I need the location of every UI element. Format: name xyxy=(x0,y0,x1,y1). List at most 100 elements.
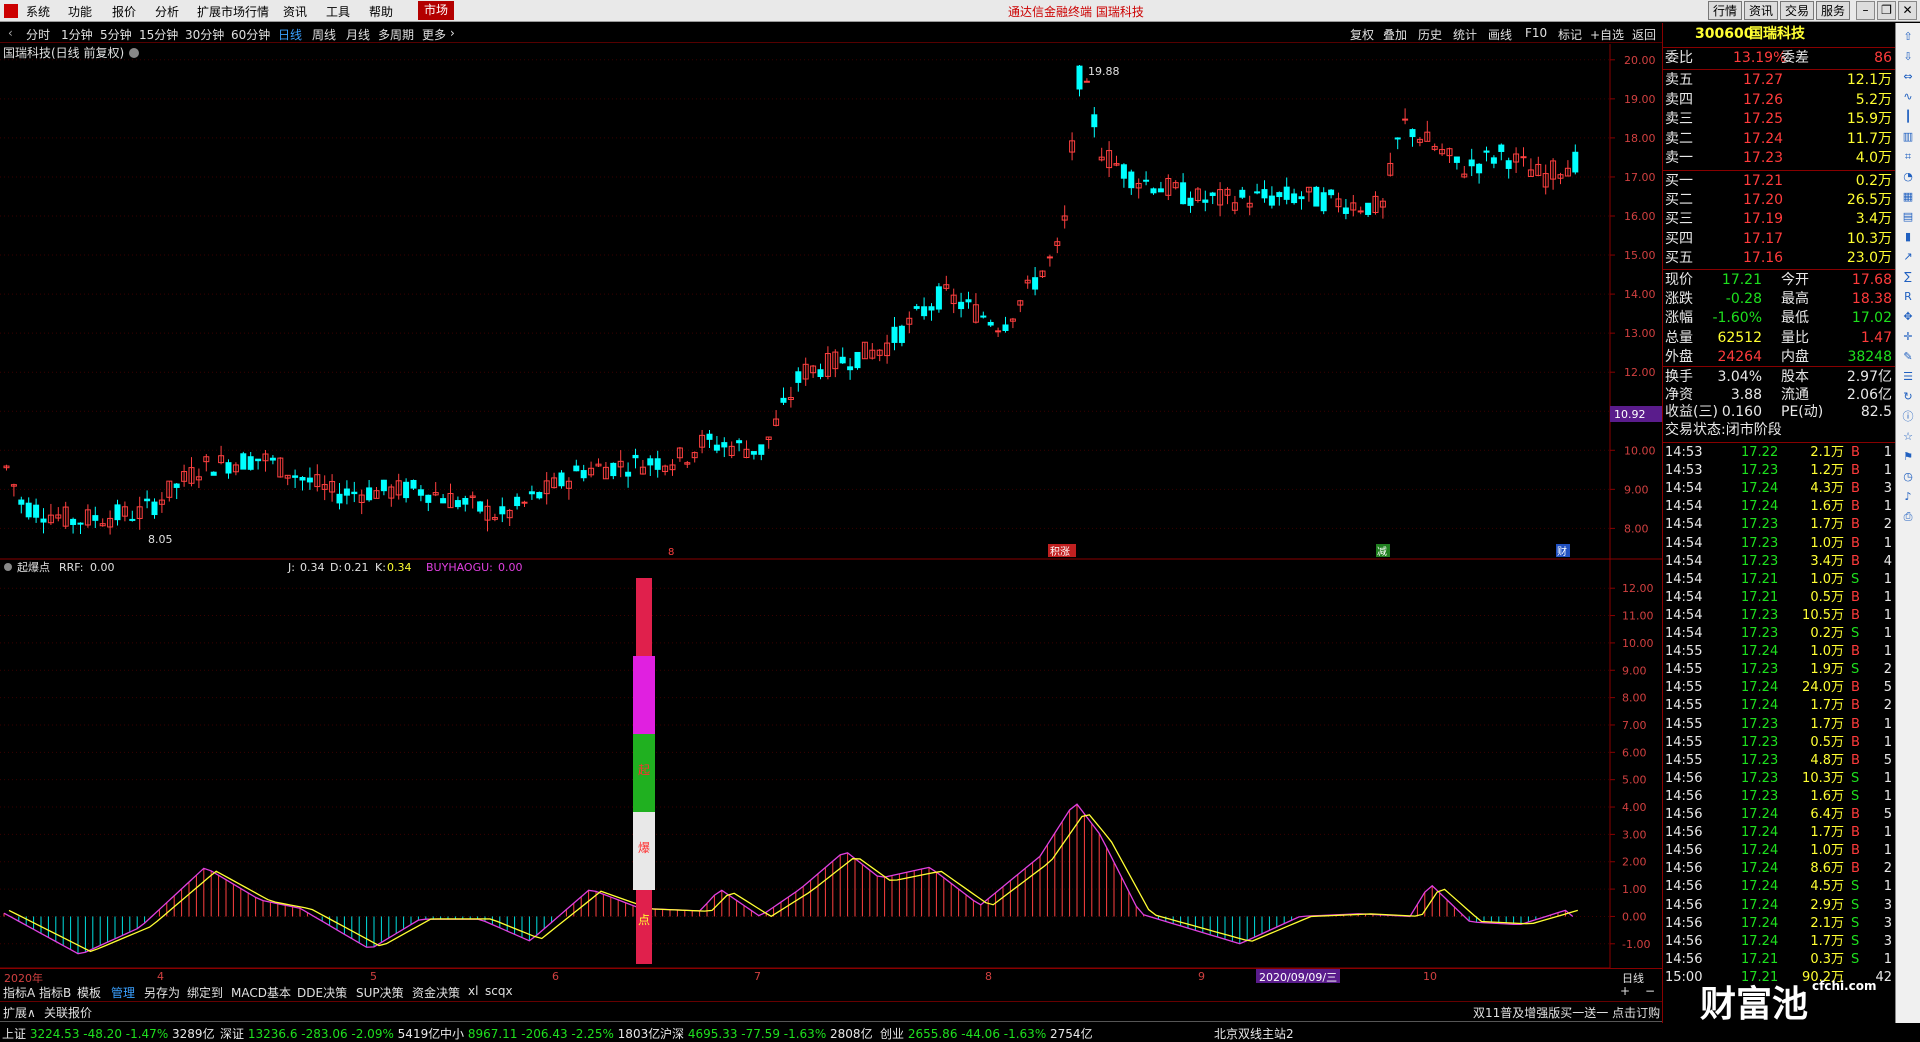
bar-icon[interactable]: ▥ xyxy=(1899,129,1917,145)
ad-link[interactable]: 双11普及增强版买一送一 点击订购 xyxy=(1473,1004,1660,1021)
tool-add-favorite[interactable]: +自选 xyxy=(1590,26,1624,43)
tool-tongji[interactable]: 统计 xyxy=(1453,26,1477,43)
bell-icon[interactable]: ♪ xyxy=(1899,489,1917,505)
period-multi[interactable]: 多周期 xyxy=(378,26,414,43)
pen-icon[interactable]: ✎ xyxy=(1899,349,1917,365)
volume-icon[interactable]: ▮ xyxy=(1899,229,1917,245)
indicator-chart[interactable]: 12.00 11.00 10.00 9.00 8.00 7.00 6.00 5.00 4.00 3… xyxy=(0,560,1662,968)
sell-row[interactable]: 卖五 17.27 12.1万 xyxy=(1663,71,1896,90)
tool-biaoji[interactable]: 标记 xyxy=(1558,26,1582,43)
btn-fuwu[interactable]: 服务 xyxy=(1816,1,1851,20)
tool-f10[interactable]: F10 xyxy=(1525,26,1547,40)
kline-chart[interactable]: 20.00 19.00 18.00 17.00 16.00 15.00 14.00 13.00… xyxy=(0,44,1662,560)
menu-quote[interactable]: 报价 xyxy=(112,3,136,20)
down-arrow-icon[interactable]: ⇩ xyxy=(1899,49,1917,65)
buy-row[interactable]: 买二 17.20 26.5万 xyxy=(1663,191,1896,210)
chart-line-icon[interactable]: ∿ xyxy=(1899,89,1917,105)
refresh-icon[interactable]: ↻ xyxy=(1899,389,1917,405)
period-1min[interactable]: 1分钟 xyxy=(61,26,93,43)
table-icon[interactable]: ▦ xyxy=(1899,189,1917,205)
server-name[interactable]: 北京双线主站2 xyxy=(1214,1025,1294,1042)
event-marker-4[interactable]: 财 xyxy=(1557,545,1567,558)
cross-icon[interactable]: ✛ xyxy=(1899,329,1917,345)
menu-system[interactable]: 系统 xyxy=(26,3,50,20)
minimize-icon[interactable]: – xyxy=(1856,1,1875,20)
event-marker-2[interactable]: 积涨 xyxy=(1050,546,1070,558)
period-monthly[interactable]: 月线 xyxy=(346,26,370,43)
period-weekly[interactable]: 周线 xyxy=(312,26,336,43)
tool-lishi[interactable]: 历史 xyxy=(1418,26,1442,43)
tab-scqx[interactable]: scqx xyxy=(485,984,513,998)
tool-fuquan[interactable]: 复权 xyxy=(1350,26,1374,43)
chevron-right-icon[interactable]: › xyxy=(450,26,455,40)
period-30min[interactable]: 30分钟 xyxy=(185,26,224,43)
tab-macd[interactable]: MACD基本 xyxy=(231,984,291,1001)
rsi-icon[interactable]: R xyxy=(1899,289,1917,305)
tab-fund[interactable]: 资金决策 xyxy=(412,984,460,1001)
index-quote[interactable]: 上证 3224.53 -48.20 -1.47% 3289亿 xyxy=(2,1025,215,1042)
index-quote[interactable]: 中小 8967.11 -206.43 -2.25% 1803亿 xyxy=(440,1025,660,1042)
event-marker-1[interactable]: 8 xyxy=(668,547,674,558)
tab-indicator-b[interactable]: 指标B xyxy=(39,984,71,1001)
btn-jiaoyi[interactable]: 交易 xyxy=(1780,1,1815,20)
index-quote[interactable]: 创业 2655.86 -44.06 -1.63% 2754亿 xyxy=(880,1025,1093,1042)
period-60min[interactable]: 60分钟 xyxy=(231,26,270,43)
list-icon[interactable]: ☰ xyxy=(1899,369,1917,385)
flag-icon[interactable]: ⚑ xyxy=(1899,449,1917,465)
close-icon[interactable]: ✕ xyxy=(1898,1,1917,20)
tab-save-as[interactable]: 另存为 xyxy=(144,984,180,1001)
app-logo-icon[interactable] xyxy=(4,4,18,18)
zoom-out-icon[interactable]: − xyxy=(1645,984,1655,998)
collapse-icon[interactable]: ‹ xyxy=(8,26,13,40)
tab-template[interactable]: 模板 xyxy=(77,984,101,1001)
menu-analysis[interactable]: 分析 xyxy=(155,3,179,20)
btn-hangqing[interactable]: 行情 xyxy=(1708,1,1743,20)
menu-function[interactable]: 功能 xyxy=(68,3,92,20)
btn-zixun[interactable]: 资讯 xyxy=(1744,1,1779,20)
kline-icon[interactable]: ┃ xyxy=(1899,109,1917,125)
buy-row[interactable]: 买三 17.19 3.4万 xyxy=(1663,210,1896,229)
star-icon[interactable]: ☆ xyxy=(1899,429,1917,445)
period-fenshi[interactable]: 分时 xyxy=(26,26,50,43)
expand-icon[interactable]: ⇔ xyxy=(1899,69,1917,85)
formula-icon[interactable]: ∑ xyxy=(1899,269,1917,285)
period-5min[interactable]: 5分钟 xyxy=(100,26,132,43)
indicator-name[interactable]: 起爆点 xyxy=(17,560,50,574)
clock-icon[interactable]: ◷ xyxy=(1899,469,1917,485)
menu-tools[interactable]: 工具 xyxy=(326,3,350,20)
event-marker-3[interactable]: 减 xyxy=(1377,546,1387,558)
sell-row[interactable]: 卖三 17.25 15.9万 xyxy=(1663,110,1896,129)
index-quote[interactable]: 深证 13236.6 -283.06 -2.09% 5419亿 xyxy=(220,1025,440,1042)
period-more[interactable]: 更多 xyxy=(422,26,446,43)
tab-indicator-a[interactable]: 指标A xyxy=(3,984,35,1001)
tab-sup[interactable]: SUP决策 xyxy=(356,984,404,1001)
tab-bind-to[interactable]: 绑定到 xyxy=(187,984,223,1001)
tool-back[interactable]: 返回 xyxy=(1632,26,1656,43)
index-quote[interactable]: 沪深 4695.33 -77.59 -1.63% 2808亿 xyxy=(660,1025,873,1042)
menu-extended-market[interactable]: 扩展市场行情 xyxy=(197,3,269,20)
zoom-in-icon[interactable]: + xyxy=(1620,984,1630,998)
indicator-settings-icon[interactable] xyxy=(4,563,12,571)
tab-dde[interactable]: DDE决策 xyxy=(297,984,347,1001)
period-15min[interactable]: 15分钟 xyxy=(139,26,178,43)
tab-manage[interactable]: 管理 xyxy=(111,984,135,1001)
pie-icon[interactable]: ◔ xyxy=(1899,169,1917,185)
buy-row[interactable]: 买五 17.16 23.0万 xyxy=(1663,249,1896,268)
move-icon[interactable]: ✥ xyxy=(1899,309,1917,325)
print-icon[interactable]: ⎙ xyxy=(1899,509,1917,525)
sell-row[interactable]: 卖四 17.26 5.2万 xyxy=(1663,91,1896,110)
tool-huaxian[interactable]: 画线 xyxy=(1488,26,1512,43)
menu-news[interactable]: 资讯 xyxy=(283,3,307,20)
up-arrow-icon[interactable]: ⇧ xyxy=(1899,29,1917,45)
tab-extend[interactable]: 扩展∧ xyxy=(3,1004,36,1021)
menu-market[interactable]: 市场 xyxy=(418,1,455,20)
period-daily[interactable]: 日线 xyxy=(278,26,302,43)
tab-related-quote[interactable]: 关联报价 xyxy=(44,1004,92,1021)
settings-icon[interactable] xyxy=(129,48,139,58)
trend-icon[interactable]: ↗ xyxy=(1899,249,1917,265)
buy-row[interactable]: 买四 17.17 10.3万 xyxy=(1663,230,1896,249)
compare-icon[interactable]: ⌗ xyxy=(1899,149,1917,165)
tab-xl[interactable]: xl xyxy=(468,984,478,998)
info-icon[interactable]: ⓘ xyxy=(1899,409,1917,425)
sell-row[interactable]: 卖一 17.23 4.0万 xyxy=(1663,149,1896,168)
